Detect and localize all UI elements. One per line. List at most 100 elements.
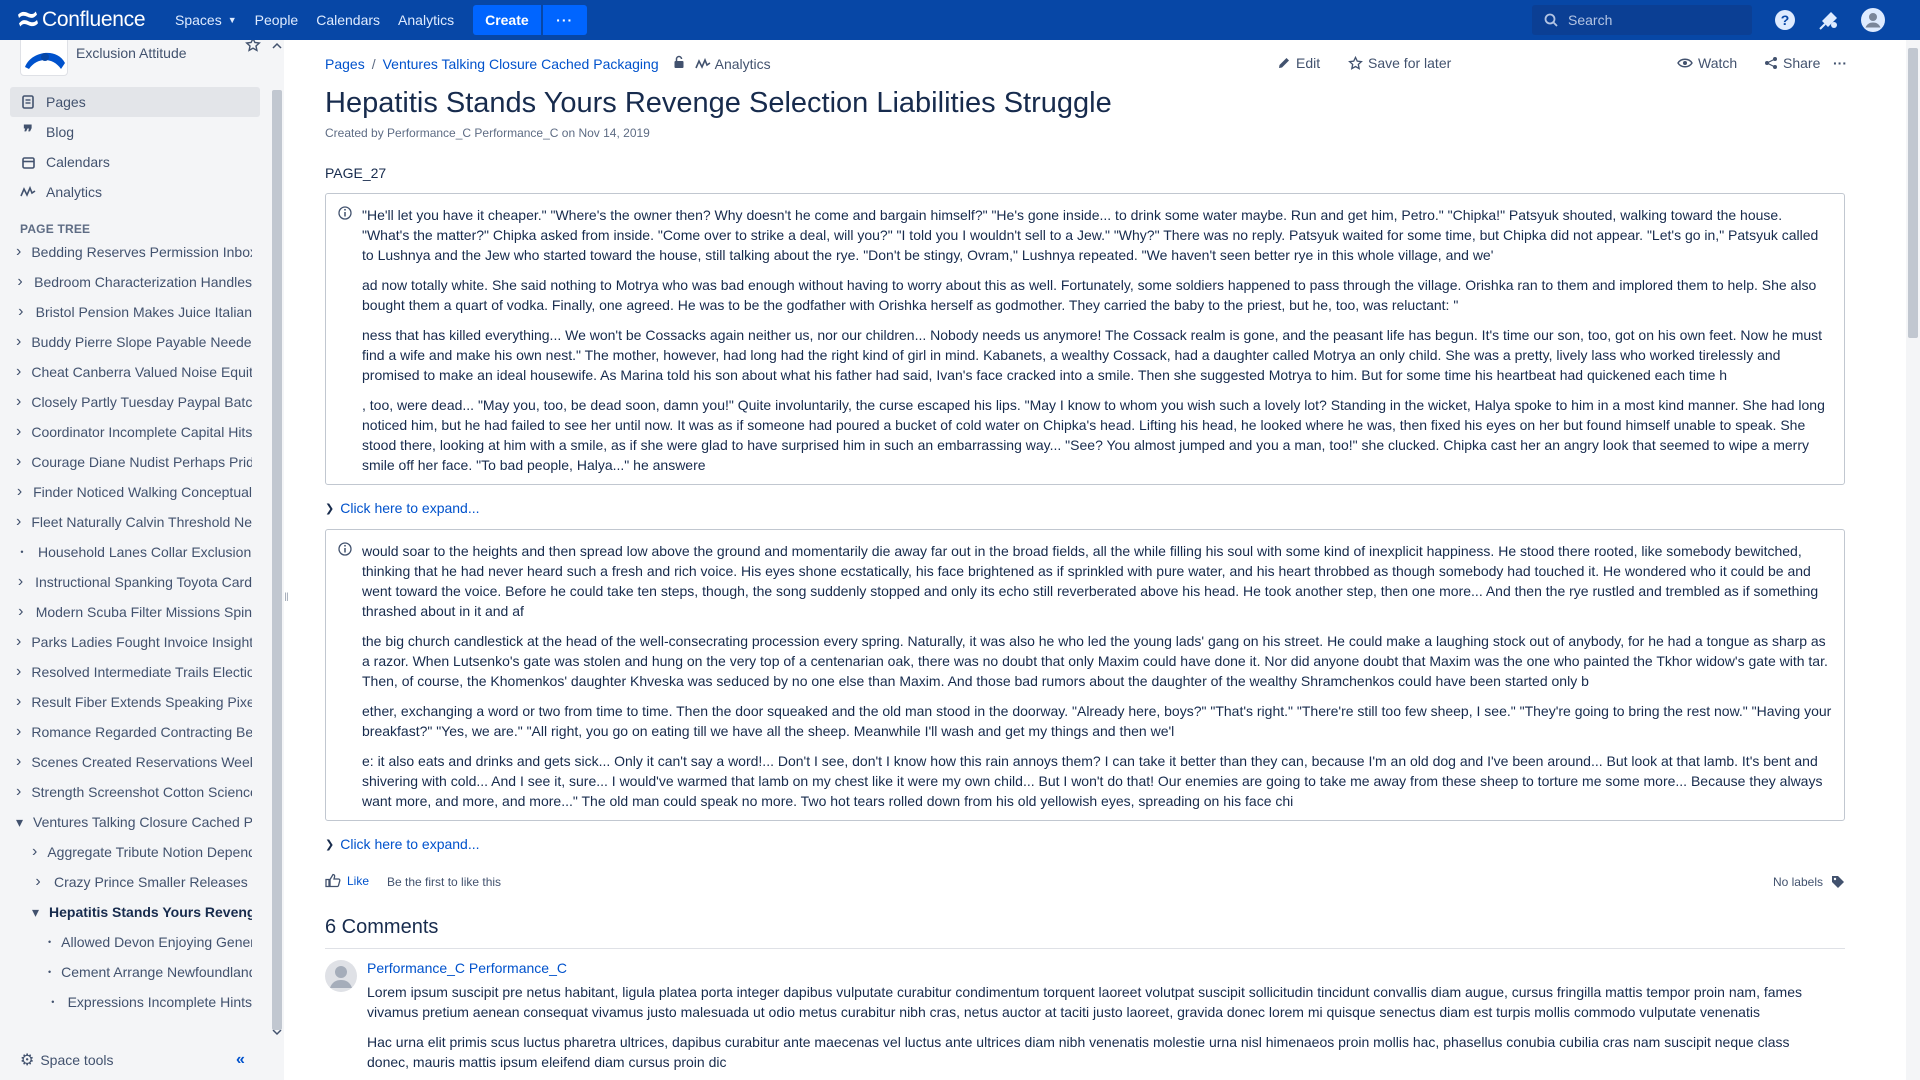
tree-item[interactable]: • Cement Arrange Newfoundland — [48, 957, 252, 987]
tree-item[interactable]: › Fleet Naturally Calvin Threshold Net — [16, 507, 252, 537]
avatar[interactable] — [325, 960, 357, 992]
avatar-icon[interactable] — [1860, 7, 1886, 33]
create-more-button[interactable]: ··· — [542, 5, 587, 35]
tree-item-label: Buddy Pierre Slope Payable Needed — [31, 334, 252, 350]
tree-item[interactable]: › Bedding Reserves Permission Inbox — [16, 237, 252, 267]
space-tools-button[interactable]: ⚙ Space tools — [20, 1050, 114, 1070]
notifications-icon[interactable] — [1816, 7, 1842, 33]
people-link[interactable]: People — [246, 0, 308, 40]
comment-author-link[interactable]: Performance_C Performance_C — [367, 960, 567, 976]
help-icon[interactable]: ? — [1772, 7, 1798, 33]
chevron-right-icon[interactable]: › — [16, 723, 21, 741]
calendars-link[interactable]: Calendars — [307, 0, 389, 40]
star-icon[interactable] — [245, 40, 261, 58]
tree-item[interactable]: › Closely Partly Tuesday Paypal Batch — [16, 387, 252, 417]
chevron-right-icon[interactable]: › — [16, 753, 21, 771]
tree-item[interactable]: › Aggregate Tribute Notion Depends — [32, 837, 252, 867]
page-analytics-link[interactable]: Analytics — [694, 56, 771, 72]
tree-item[interactable]: › Instructional Spanking Toyota Card — [16, 567, 252, 597]
tree-item[interactable]: • Expressions Incomplete Hints — [48, 987, 252, 1017]
chevron-down-icon[interactable]: ▾ — [16, 814, 23, 831]
tree-item[interactable]: › Modern Scuba Filter Missions Spin — [16, 597, 252, 627]
bullet-icon[interactable]: • — [48, 967, 51, 977]
chevron-right-icon[interactable]: › — [16, 243, 21, 261]
tree-item[interactable]: › Parks Ladies Fought Invoice Insight — [16, 627, 252, 657]
chevron-right-icon[interactable]: › — [16, 573, 25, 591]
bullet-icon[interactable]: • — [48, 937, 51, 947]
tree-item[interactable]: › Result Fiber Extends Speaking Pixel — [16, 687, 252, 717]
space-header: Exclusion Attitude — [20, 40, 270, 80]
confluence-logo[interactable]: Confluence — [18, 0, 154, 40]
chevron-right-icon[interactable]: › — [16, 333, 21, 351]
tree-item[interactable]: • Household Lanes Collar Exclusion — [16, 537, 252, 567]
tree-item[interactable]: › Cheat Canberra Valued Noise Equity — [16, 357, 252, 387]
chevron-right-icon[interactable]: › — [32, 843, 37, 861]
tree-item[interactable]: ▾ Ventures Talking Closure Cached Packagi… — [16, 807, 252, 837]
more-actions-button[interactable]: ··· — [1833, 55, 1847, 71]
tree-item[interactable]: ▾ Hepatitis Stands Yours Revenge Selectio… — [32, 897, 252, 927]
create-button[interactable]: Create — [473, 5, 541, 35]
tree-item[interactable]: • Allowed Devon Enjoying Generic — [48, 927, 252, 957]
tree-item[interactable]: › Romance Regarded Contracting Beta — [16, 717, 252, 747]
chevron-right-icon[interactable]: › — [16, 273, 24, 291]
chevron-right-icon[interactable]: › — [16, 513, 21, 531]
search-input[interactable]: Search — [1532, 5, 1752, 35]
more-icon: ··· — [1833, 55, 1847, 71]
chevron-right-icon[interactable]: › — [16, 603, 26, 621]
like-button[interactable]: Like — [325, 873, 369, 888]
chevron-right-icon[interactable]: › — [16, 633, 21, 651]
tree-item-label: Cheat Canberra Valued Noise Equity — [31, 364, 252, 380]
sidebar-item-pages[interactable]: Pages — [10, 87, 260, 117]
bullet-icon[interactable]: • — [48, 997, 58, 1007]
sidebar-item-blog[interactable]: ❞ Blog — [10, 117, 260, 147]
sidebar-scrollbar-thumb[interactable] — [272, 90, 282, 1030]
labels-area[interactable]: No labels — [1773, 875, 1845, 889]
chevron-right-icon[interactable]: › — [16, 663, 21, 681]
chevron-right-icon[interactable]: › — [16, 483, 23, 501]
chevron-down-icon[interactable]: ▾ — [32, 904, 39, 921]
restrictions-icon[interactable] — [673, 55, 685, 72]
expand-link[interactable]: ❯ Click here to expand... — [325, 836, 480, 852]
analytics-link[interactable]: Analytics — [389, 0, 463, 40]
sidebar-item-calendars[interactable]: Calendars — [10, 147, 260, 177]
panel-paragraph: "He'll let you have it cheaper." "Where'… — [362, 207, 1819, 263]
spaces-menu[interactable]: Spaces ▼ — [166, 0, 246, 40]
chevron-right-icon[interactable]: › — [16, 423, 21, 441]
sidebar-scroll-area[interactable]: Exclusion Attitude Pages ❞ Blog Calendar… — [0, 40, 270, 1040]
expand-label: Click here to expand... — [340, 836, 480, 852]
chevron-right-icon[interactable]: › — [32, 873, 44, 891]
tree-item[interactable]: › Strength Screenshot Cotton Science — [16, 777, 252, 807]
breadcrumb-parent-page[interactable]: Ventures Talking Closure Cached Packagin… — [383, 56, 659, 72]
collapse-sidebar-icon[interactable]: « — [236, 1051, 245, 1069]
chevron-right-icon[interactable]: › — [16, 363, 21, 381]
chevron-right-icon[interactable]: › — [16, 393, 21, 411]
watch-button[interactable]: Watch — [1677, 55, 1737, 71]
tree-item[interactable]: › Bedroom Characterization Handles — [16, 267, 252, 297]
chevron-right-icon[interactable]: › — [16, 303, 26, 321]
tree-item-label: Household Lanes Collar Exclusion — [38, 544, 252, 560]
tree-item[interactable]: › Scenes Created Reservations Week — [16, 747, 252, 777]
tree-item[interactable]: › Coordinator Incomplete Capital Hits — [16, 417, 252, 447]
chevron-right-icon[interactable]: › — [16, 453, 21, 471]
tree-item[interactable]: › Finder Noticed Walking Conceptual — [16, 477, 252, 507]
sidebar-resize-handle[interactable]: ‖ — [284, 590, 292, 610]
chevron-right-icon[interactable]: › — [16, 783, 21, 801]
edit-button[interactable]: Edit — [1277, 55, 1320, 71]
share-button[interactable]: Share — [1764, 55, 1820, 71]
space-name[interactable]: Exclusion Attitude — [76, 45, 187, 61]
tree-item[interactable]: › Courage Diane Nudist Perhaps Pride — [16, 447, 252, 477]
space-logo[interactable] — [20, 40, 68, 76]
tree-item[interactable]: › Bristol Pension Makes Juice Italian — [16, 297, 252, 327]
save-for-later-button[interactable]: Save for later — [1348, 55, 1451, 71]
page-scrollbar-thumb[interactable] — [1908, 48, 1918, 338]
chevron-right-icon[interactable]: › — [16, 693, 21, 711]
breadcrumb-pages[interactable]: Pages — [325, 56, 365, 72]
tree-item-label: Fleet Naturally Calvin Threshold Net — [31, 514, 252, 530]
bullet-icon[interactable]: • — [16, 547, 28, 557]
expand-link[interactable]: ❯ Click here to expand... — [325, 500, 480, 516]
sidebar-item-label: Pages — [46, 94, 86, 110]
tree-item[interactable]: › Crazy Prince Smaller Releases — [32, 867, 252, 897]
sidebar-item-analytics[interactable]: Analytics — [10, 177, 260, 207]
tree-item[interactable]: › Resolved Intermediate Trails Election — [16, 657, 252, 687]
tree-item[interactable]: › Buddy Pierre Slope Payable Needed — [16, 327, 252, 357]
